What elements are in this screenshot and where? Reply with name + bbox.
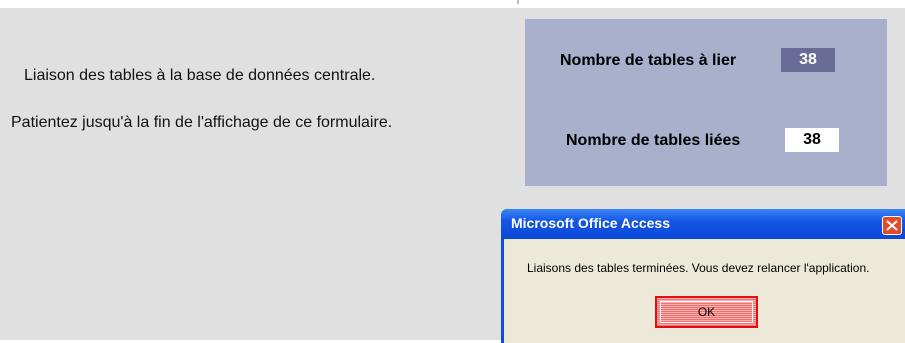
dialog-message: Liaisons des tables terminées. Vous deve… (527, 261, 870, 275)
close-button[interactable] (882, 216, 902, 235)
counter-panel: Nombre de tables à lier 38 Nombre de tab… (525, 19, 887, 186)
tables-to-link-label: Nombre de tables à lier (560, 52, 737, 69)
dialog-titlebar[interactable]: Microsoft Office Access (501, 209, 905, 239)
tables-linked-value: 38 (785, 128, 839, 152)
message-dialog: Microsoft Office Access Liaisons des tab… (501, 209, 905, 343)
status-message-line2: Patientez jusqu'à la fin de l'affichage … (11, 114, 393, 131)
tables-linked-label: Nombre de tables liées (566, 132, 741, 149)
close-icon (886, 220, 898, 231)
ok-button[interactable]: OK (655, 296, 758, 328)
dialog-title: Microsoft Office Access (511, 215, 670, 231)
ok-button-label: OK (660, 301, 753, 323)
tables-to-link-value: 38 (781, 48, 835, 72)
top-edge-mark (517, 0, 519, 4)
status-message-line1: Liaison des tables à la base de données … (24, 67, 376, 84)
dialog-body: Liaisons des tables terminées. Vous deve… (504, 239, 905, 343)
